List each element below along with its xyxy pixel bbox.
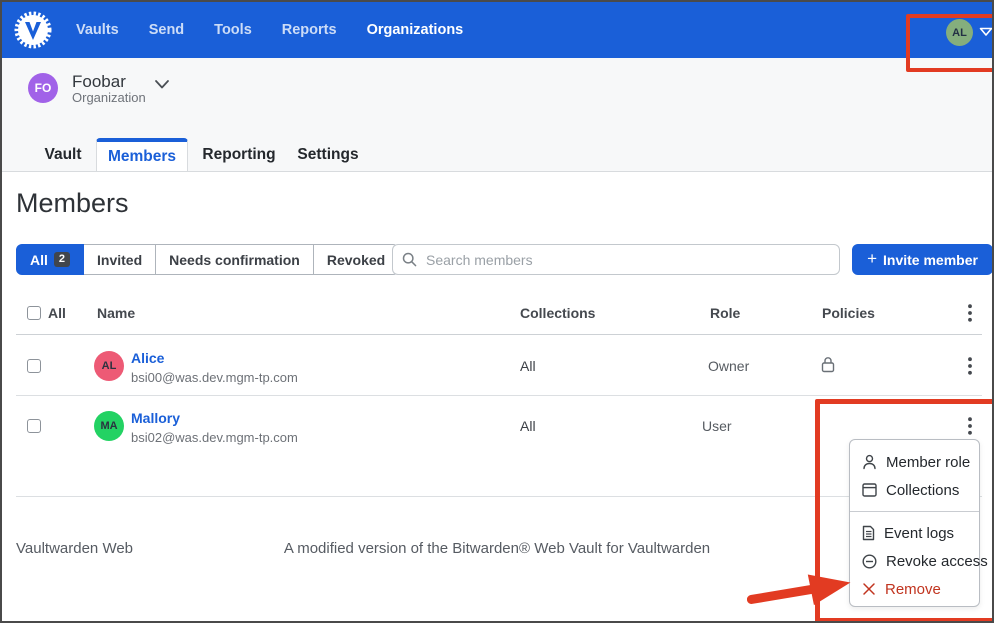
table-bottom-divider bbox=[16, 496, 982, 497]
row-options-menu-icon-mallory[interactable] bbox=[961, 416, 979, 436]
menu-item-remove[interactable]: Remove bbox=[850, 575, 979, 603]
document-icon bbox=[862, 525, 875, 541]
menu-item-label: Member role bbox=[886, 454, 970, 471]
filter-revoked-button[interactable]: Revoked bbox=[314, 244, 399, 275]
circle-minus-icon bbox=[862, 554, 877, 569]
role-cell-alice: Owner bbox=[708, 358, 749, 374]
organization-header: FO Foobar Organization Vault Members Rep… bbox=[2, 58, 992, 172]
annotation-arrow bbox=[747, 564, 855, 612]
search-members-box bbox=[392, 244, 840, 275]
row-divider bbox=[16, 395, 982, 396]
top-navbar: Vaults Send Tools Reports Organizations … bbox=[2, 2, 992, 58]
organization-avatar: FO bbox=[28, 73, 58, 103]
footer-description: A modified version of the Bitwarden® Web… bbox=[2, 540, 992, 557]
nav-item-organizations[interactable]: Organizations bbox=[367, 22, 464, 38]
nav-item-send[interactable]: Send bbox=[149, 22, 184, 38]
collections-cell-alice: All bbox=[520, 358, 536, 374]
tab-members[interactable]: Members bbox=[96, 138, 188, 171]
x-icon bbox=[862, 582, 876, 596]
select-all-checkbox[interactable] bbox=[27, 306, 41, 320]
invite-member-label: Invite member bbox=[883, 252, 978, 268]
member-email-mallory: bsi02@was.dev.mgm-tp.com bbox=[131, 430, 298, 445]
menu-item-label: Remove bbox=[885, 581, 941, 598]
filter-all-button[interactable]: All 2 bbox=[16, 244, 84, 275]
row-context-menu: Member role Collections Event logs Revok… bbox=[849, 439, 980, 607]
account-chevron-down-icon[interactable] bbox=[979, 27, 993, 37]
member-count-badge: 2 bbox=[54, 252, 70, 267]
menu-item-collections[interactable]: Collections bbox=[850, 476, 979, 504]
menu-item-member-role[interactable]: Member role bbox=[850, 448, 979, 476]
menu-divider bbox=[850, 511, 979, 512]
search-members-input[interactable] bbox=[424, 251, 830, 269]
collections-cell-mallory: All bbox=[520, 418, 536, 434]
menu-item-label: Revoke access bbox=[886, 553, 988, 570]
table-options-menu-icon[interactable] bbox=[961, 303, 979, 323]
select-all-label: All bbox=[48, 305, 66, 321]
organization-name: Foobar bbox=[72, 72, 126, 92]
nav-item-reports[interactable]: Reports bbox=[282, 22, 337, 38]
avatar-alice: AL bbox=[94, 351, 124, 381]
footer-app-name: Vaultwarden Web bbox=[16, 540, 133, 557]
table-header-divider bbox=[16, 334, 982, 335]
row-checkbox-alice[interactable] bbox=[27, 359, 41, 373]
policy-lock-icon bbox=[820, 356, 836, 373]
role-cell-mallory: User bbox=[702, 418, 732, 434]
menu-item-revoke-access[interactable]: Revoke access bbox=[850, 547, 979, 575]
filter-needs-confirmation-button[interactable]: Needs confirmation bbox=[156, 244, 314, 275]
tab-reporting[interactable]: Reporting bbox=[194, 139, 284, 171]
member-name-link-alice[interactable]: Alice bbox=[131, 350, 164, 366]
filter-invited-button[interactable]: Invited bbox=[84, 244, 156, 275]
person-icon bbox=[862, 454, 877, 470]
avatar-mallory: MA bbox=[94, 411, 124, 441]
app-window: Vaults Send Tools Reports Organizations … bbox=[0, 0, 994, 623]
tab-vault[interactable]: Vault bbox=[30, 139, 96, 171]
column-header-collections: Collections bbox=[520, 305, 595, 321]
menu-item-event-logs[interactable]: Event logs bbox=[850, 519, 979, 547]
vaultwarden-logo-icon[interactable] bbox=[14, 11, 52, 49]
nav-item-vaults[interactable]: Vaults bbox=[76, 22, 119, 38]
account-avatar[interactable]: AL bbox=[946, 19, 973, 46]
column-header-name: Name bbox=[97, 305, 135, 321]
member-name-link-mallory[interactable]: Mallory bbox=[131, 410, 180, 426]
menu-item-label: Event logs bbox=[884, 525, 954, 542]
tab-settings[interactable]: Settings bbox=[288, 139, 368, 171]
organization-subtitle: Organization bbox=[72, 90, 146, 105]
column-header-policies: Policies bbox=[822, 305, 875, 321]
status-filter-group: All 2 Invited Needs confirmation Revoked bbox=[16, 244, 399, 275]
search-icon bbox=[402, 252, 417, 267]
menu-item-label: Collections bbox=[886, 482, 959, 499]
plus-icon: + bbox=[867, 250, 877, 267]
row-checkbox-mallory[interactable] bbox=[27, 419, 41, 433]
nav-item-tools[interactable]: Tools bbox=[214, 22, 252, 38]
organization-chevron-down-icon[interactable] bbox=[154, 79, 170, 90]
collection-icon bbox=[862, 483, 877, 497]
invite-member-button[interactable]: + Invite member bbox=[852, 244, 993, 275]
column-header-role: Role bbox=[710, 305, 740, 321]
filter-all-label: All bbox=[30, 252, 48, 268]
page-title: Members bbox=[16, 188, 129, 219]
row-options-menu-icon-alice[interactable] bbox=[961, 356, 979, 376]
member-email-alice: bsi00@was.dev.mgm-tp.com bbox=[131, 370, 298, 385]
